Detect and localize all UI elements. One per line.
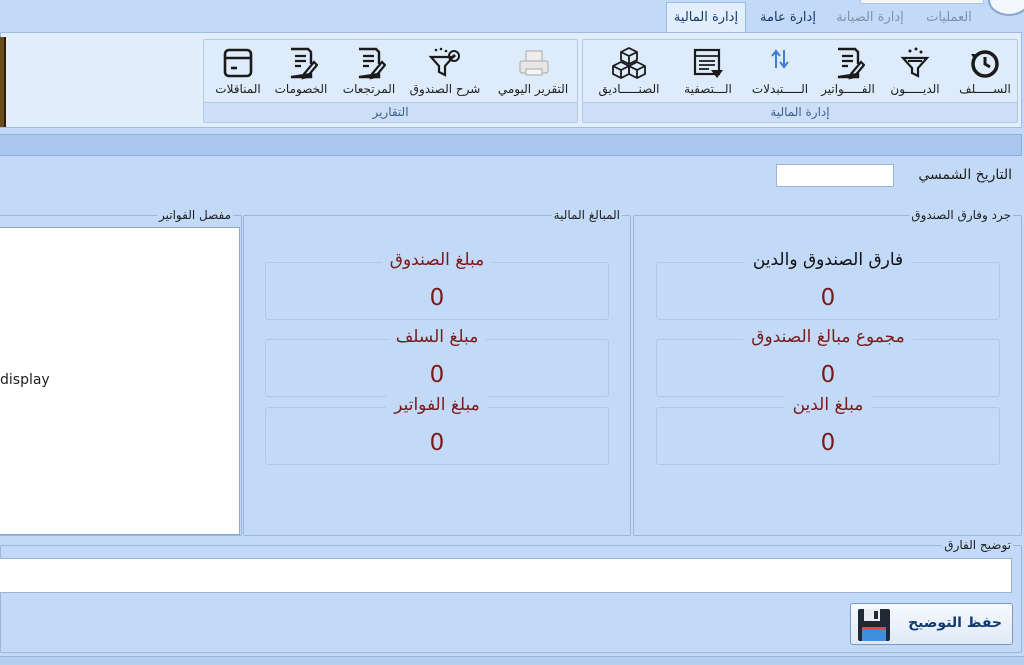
funnel-icon — [900, 47, 930, 78]
reconciliation-title: جرد وفارق الصندوق — [909, 208, 1013, 222]
box-explanation-label: شرح الصندوق — [409, 82, 481, 96]
exchanges-label: الـــــتبدلات — [751, 82, 809, 96]
returns-label: المرتجعات — [342, 82, 396, 96]
left-panel-edge — [0, 37, 6, 127]
debts-button[interactable]: الديـــــون — [883, 42, 947, 102]
solar-date-input[interactable] — [776, 164, 894, 187]
box-amount-value: 0 — [429, 285, 445, 311]
tab-maintenance[interactable]: إدارة الصيانة — [828, 4, 912, 32]
tab-general[interactable]: إدارة عامة — [752, 4, 824, 32]
invoices-button[interactable]: الفـــــواتير — [815, 42, 881, 102]
filter-settings-icon — [428, 47, 460, 77]
cash-debt-diff-box: فارق الصندوق والدين 0 — [656, 250, 1000, 320]
ribbon-panel: الســـــلف الديـــــون الفـــــواتير الـ… — [0, 32, 1022, 128]
status-bar — [0, 656, 1024, 665]
solar-date-label: التاريخ الشمسي — [918, 167, 1012, 183]
exchanges-button[interactable]: الـــــتبدلات — [747, 42, 813, 102]
discounts-button[interactable]: الخصومات — [270, 42, 332, 102]
clock-back-icon — [971, 50, 999, 78]
debt-amount-box: مبلغ الدين 0 — [656, 395, 1000, 465]
total-box-amounts-value: 0 — [820, 362, 836, 388]
printer-icon — [519, 50, 549, 76]
cash-debt-diff-label: فارق الصندوق والدين — [657, 250, 999, 270]
archive-box-icon — [223, 48, 253, 78]
advances-amount-value: 0 — [429, 362, 445, 388]
amounts-title: المبالغ المالية — [551, 208, 622, 222]
save-explanation-button[interactable]: حفظ التوضيح — [850, 603, 1013, 645]
app-menu-orb[interactable] — [988, 0, 1024, 16]
invoices-display-text: display — [0, 372, 50, 388]
advances-label: الســـــلف — [959, 82, 1011, 96]
box-amount-box: مبلغ الصندوق 0 — [265, 250, 609, 320]
transfers-button[interactable]: المناقلات — [208, 42, 268, 102]
finance-group: الســـــلف الديـــــون الفـــــواتير الـ… — [582, 39, 1018, 123]
toolbar-strip — [0, 134, 1022, 156]
debt-amount-label: مبلغ الدين — [657, 395, 999, 415]
boxes-icon — [612, 46, 646, 80]
document-edit-icon — [358, 47, 386, 80]
invoices-title: مفصل الفواتير — [157, 208, 233, 222]
reconciliation-frame: جرد وفارق الصندوق فارق الصندوق والدين 0 … — [633, 208, 1022, 536]
debts-label: الديـــــون — [890, 82, 940, 96]
finance-group-label: إدارة المالية — [583, 102, 1017, 122]
box-explanation-button[interactable]: شرح الصندوق — [404, 42, 486, 102]
save-explanation-label: حفظ التوضيح — [908, 615, 1002, 631]
settlement-label: الـــتصفية — [684, 82, 732, 96]
boxes-label: الصنـــــاديق — [598, 82, 660, 96]
cash-debt-diff-value: 0 — [820, 285, 836, 311]
boxes-button[interactable]: الصنـــــاديق — [589, 42, 669, 102]
swap-arrows-icon — [771, 49, 789, 69]
invoices-amount-label: مبلغ الفواتير — [266, 395, 608, 415]
explanation-label: توضيح الفارق — [942, 538, 1013, 552]
daily-report-label: التقرير اليومي — [497, 82, 569, 96]
invoices-amount-box: مبلغ الفواتير 0 — [265, 395, 609, 465]
discounts-label: الخصومات — [274, 82, 328, 96]
total-box-amounts-label: مجموع مبالغ الصندوق — [657, 327, 999, 347]
document-edit-icon — [837, 47, 865, 80]
invoices-label: الفـــــواتير — [821, 82, 875, 96]
advances-button[interactable]: الســـــلف — [953, 42, 1017, 102]
tab-finance[interactable]: إدارة المالية — [666, 2, 746, 33]
invoices-amount-value: 0 — [429, 430, 445, 456]
reports-group: التقرير اليومي شرح الصندوق المرتجعات الخ… — [203, 39, 578, 123]
daily-report-button[interactable]: التقرير اليومي — [492, 42, 574, 102]
document-edit-icon — [290, 47, 318, 80]
transfers-label: المناقلات — [215, 82, 261, 96]
ribbon-tab-row: إدارة المالية إدارة عامة إدارة الصيانة ا… — [0, 0, 1024, 33]
table-settings-icon — [693, 48, 723, 78]
settlement-button[interactable]: الـــتصفية — [675, 42, 741, 102]
total-box-amounts-box: مجموع مبالغ الصندوق 0 — [656, 327, 1000, 397]
box-amount-label: مبلغ الصندوق — [266, 250, 608, 270]
advances-amount-box: مبلغ السلف 0 — [265, 327, 609, 397]
tab-operations[interactable]: العمليات — [916, 4, 982, 32]
returns-button[interactable]: المرتجعات — [336, 42, 402, 102]
explanation-input[interactable] — [0, 558, 1012, 593]
advances-amount-label: مبلغ السلف — [266, 327, 608, 347]
amounts-frame: المبالغ المالية مبلغ الصندوق 0 مبلغ السل… — [243, 208, 631, 536]
floppy-disk-icon — [858, 609, 890, 641]
debt-amount-value: 0 — [820, 430, 836, 456]
reports-group-label: التقارير — [204, 102, 577, 122]
